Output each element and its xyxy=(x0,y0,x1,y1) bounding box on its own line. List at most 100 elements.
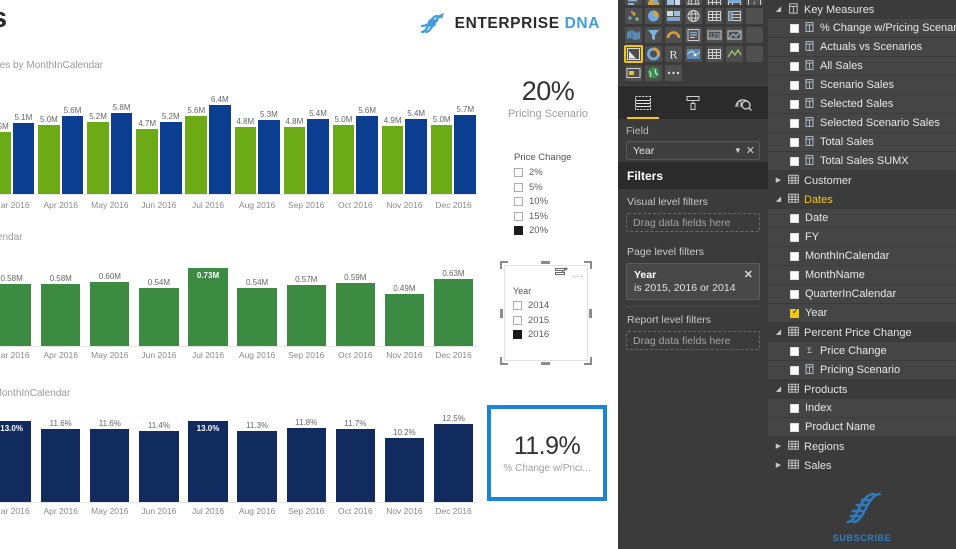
card-pricing-scenario[interactable]: 20% Pricing Scenario xyxy=(484,76,612,120)
resize-handle-bottom-right[interactable] xyxy=(584,357,592,365)
field-row[interactable]: Selected Sales xyxy=(768,95,956,114)
bar[interactable]: 0.59M xyxy=(335,273,375,346)
bar-group[interactable]: 4.8M 5.3M xyxy=(233,94,282,194)
viz-table-grid-icon[interactable] xyxy=(705,8,723,24)
viz-pie-chart-icon[interactable] xyxy=(645,8,663,24)
bar[interactable]: 11.6% xyxy=(41,419,81,502)
bar-group[interactable]: 4.5M 5.1M xyxy=(0,94,36,194)
tab-analytics[interactable] xyxy=(718,86,768,119)
viz-table-icon[interactable] xyxy=(705,0,723,5)
chevron-right-icon[interactable]: ▶ xyxy=(774,462,783,469)
field-checkbox[interactable] xyxy=(790,137,799,147)
viz-more-options-icon[interactable] xyxy=(665,65,683,81)
bar-group[interactable]: 4.9M 5.4M xyxy=(380,94,429,194)
field-checkbox[interactable] xyxy=(790,156,799,166)
remove-field-icon[interactable]: ✕ xyxy=(746,145,755,156)
bar[interactable]: 5.4M xyxy=(405,109,427,194)
page-filter-chip-year[interactable]: Year ✕ is 2015, 2016 or 2014 xyxy=(626,263,760,300)
card-percent-change[interactable]: 11.9% % Change w/Prici... xyxy=(487,405,607,501)
slicer-price-change-option[interactable]: 10% xyxy=(514,196,610,207)
bar-group[interactable]: 5.0M 5.6M xyxy=(36,94,85,194)
bar-group[interactable]: 0.54M xyxy=(233,254,282,346)
report-level-filters-dropzone[interactable]: Drag data fields here xyxy=(626,331,760,350)
field-row[interactable]: Product Name xyxy=(768,418,956,437)
checkbox-icon[interactable] xyxy=(514,226,523,235)
bar-group[interactable]: 0.54M xyxy=(134,254,183,346)
viz-card-number-icon[interactable]: 123 xyxy=(705,27,723,43)
viz-blank3-icon[interactable] xyxy=(745,46,763,62)
bar-group[interactable]: 11.8% xyxy=(282,408,331,502)
bar[interactable]: 10.2% xyxy=(384,428,425,502)
bar-group[interactable]: 4.7M 5.2M xyxy=(134,94,183,194)
bar[interactable]: 0.58M xyxy=(41,274,81,346)
bar[interactable]: 4.8M xyxy=(283,117,306,194)
bar-group[interactable]: 0.59M xyxy=(331,254,380,346)
viz-line-sparkline-icon[interactable] xyxy=(725,46,743,62)
fields-table-regions[interactable]: ▶ Regions xyxy=(768,437,956,456)
viz-card-top-icon[interactable]: 1 xyxy=(745,0,763,5)
fields-table-dates[interactable]: ◢ Dates xyxy=(768,190,956,209)
chevron-right-icon[interactable]: ▶ xyxy=(774,177,783,184)
remove-filter-icon[interactable]: ✕ xyxy=(744,268,753,281)
bar[interactable]: 5.7M xyxy=(454,105,477,194)
field-checkbox[interactable] xyxy=(790,307,800,318)
field-row[interactable]: MonthName xyxy=(768,266,956,285)
field-row[interactable]: Total Sales SUMX xyxy=(768,152,956,171)
bar-group[interactable]: 11.7% xyxy=(331,408,380,502)
field-checkbox[interactable] xyxy=(790,346,799,356)
bar[interactable]: 11.6% xyxy=(90,419,130,502)
tab-fields[interactable] xyxy=(618,86,668,119)
slicer-price-change-option[interactable]: 20% xyxy=(514,225,610,236)
checkbox-icon[interactable] xyxy=(514,197,523,206)
bar[interactable]: 0.49M xyxy=(384,284,425,346)
bar-group[interactable]: 0.57M xyxy=(282,254,331,346)
field-checkbox[interactable] xyxy=(790,99,799,109)
bar[interactable]: 11.4% xyxy=(139,421,179,502)
field-row[interactable]: Actuals vs Scenarios xyxy=(768,38,956,57)
checkbox-icon[interactable] xyxy=(513,315,522,325)
bar-group[interactable]: 0.60M xyxy=(85,254,134,346)
field-checkbox[interactable] xyxy=(790,42,799,52)
viz-funnel-icon[interactable] xyxy=(645,27,663,43)
viz-treemap2-icon[interactable] xyxy=(665,8,683,24)
bar[interactable]: 4.7M xyxy=(136,119,158,194)
bar[interactable]: 11.8% xyxy=(286,418,326,502)
bar[interactable]: 5.6M xyxy=(61,106,84,194)
resize-handle-left[interactable] xyxy=(500,309,503,318)
viz-kpi-icon[interactable] xyxy=(725,27,743,43)
bar-group[interactable]: 5.2M 5.8M xyxy=(85,94,134,194)
chevron-down-icon[interactable]: ◢ xyxy=(774,386,783,393)
bar[interactable]: 5.0M xyxy=(38,115,60,194)
bar[interactable]: 5.8M xyxy=(110,103,133,194)
field-checkbox[interactable] xyxy=(790,365,799,375)
chevron-down-icon[interactable]: ◢ xyxy=(774,196,783,203)
bar-group[interactable]: 5.0M 5.7M xyxy=(429,94,478,194)
slicer-year-option[interactable]: 2014 xyxy=(513,300,587,311)
resize-handle-right[interactable] xyxy=(589,309,592,318)
viz-blank-icon[interactable] xyxy=(745,8,763,24)
checkbox-icon[interactable] xyxy=(514,182,523,192)
bar[interactable]: 13.0% xyxy=(0,420,32,502)
bar[interactable]: 0.54M xyxy=(139,278,179,346)
viz-matrix-grid-icon[interactable] xyxy=(725,8,743,24)
field-checkbox[interactable] xyxy=(790,289,799,299)
viz-map-icon[interactable] xyxy=(685,0,703,5)
viz-scatter-icon[interactable] xyxy=(625,8,642,24)
bar[interactable]: 4.9M xyxy=(381,116,404,194)
resize-handle-bottom[interactable] xyxy=(541,362,550,365)
bar-group[interactable]: 0.63M xyxy=(429,254,478,346)
viz-filled-map-icon[interactable] xyxy=(625,27,642,43)
chevron-down-icon[interactable]: ◢ xyxy=(774,329,783,336)
bar-group[interactable]: 4.8M 5.4M xyxy=(282,94,331,194)
field-row[interactable]: QuarterInCalendar xyxy=(768,285,956,304)
bar[interactable]: 6.4M xyxy=(209,95,231,194)
slicer-price-change-option[interactable]: 15% xyxy=(514,211,610,222)
slicer-price-change[interactable]: Price Change 2% 5% 10% 15% 20% xyxy=(514,152,610,240)
bar[interactable]: 5.6M xyxy=(356,106,378,194)
viz-shape-map-icon[interactable] xyxy=(685,46,703,62)
bar-group[interactable]: 13.0% xyxy=(183,408,232,502)
bar[interactable]: 5.4M xyxy=(307,109,329,194)
slicer-year-option[interactable]: 2016 xyxy=(513,329,587,340)
viz-r-script-icon[interactable]: R xyxy=(665,46,683,62)
field-checkbox[interactable] xyxy=(790,251,799,261)
